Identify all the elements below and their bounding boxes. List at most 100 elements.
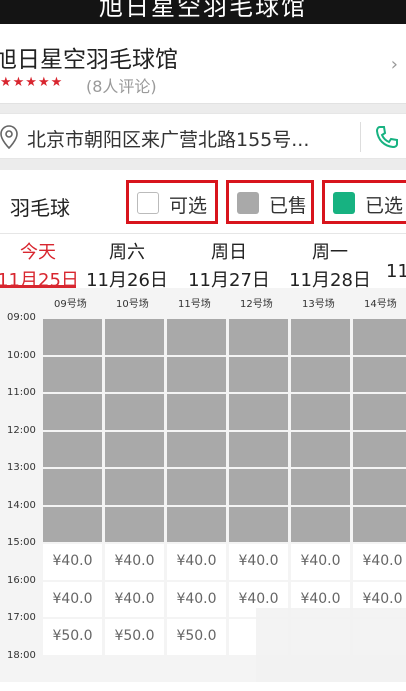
- slot-cell: [291, 431, 350, 467]
- slot-cell[interactable]: ¥40.0: [291, 544, 350, 580]
- slot-cell: [353, 394, 406, 430]
- slot-cell: [43, 506, 102, 542]
- slot-cell: [353, 431, 406, 467]
- slot-cell: [167, 356, 226, 392]
- overlay-watermark: [256, 608, 406, 691]
- slot-cell: [167, 394, 226, 430]
- slot-cell: [105, 394, 164, 430]
- slot-price: ¥40.0: [176, 590, 217, 607]
- slot-cell: [291, 356, 350, 392]
- slot-cell: [167, 506, 226, 542]
- review-count[interactable]: (8人评论): [86, 73, 157, 97]
- time-label: 16:00: [7, 574, 36, 586]
- sport-label[interactable]: 羽毛球: [10, 192, 70, 221]
- slot-cell: [229, 469, 288, 505]
- slot-cell: [105, 319, 164, 355]
- slot-cell[interactable]: ¥40.0: [105, 581, 164, 617]
- bottom-bar: [0, 682, 406, 691]
- date-tab-mon[interactable]: 周一 11月28日: [280, 238, 380, 292]
- slot-cell: [353, 469, 406, 505]
- slot-cell: [291, 394, 350, 430]
- slot-cell[interactable]: ¥40.0: [353, 544, 406, 580]
- slot-price: ¥40.0: [300, 590, 341, 607]
- time-label: 14:00: [7, 499, 36, 511]
- venue-name: 旭日星空羽毛球馆: [0, 47, 178, 73]
- slot-cell: [167, 431, 226, 467]
- slot-price: ¥50.0: [114, 628, 155, 644]
- legend-available-label: 可选: [169, 195, 208, 217]
- slot-cell: [291, 319, 350, 355]
- slot-cell[interactable]: ¥40.0: [167, 581, 226, 617]
- time-label: 12:00: [7, 424, 36, 436]
- slot-cell: [43, 394, 102, 430]
- slot-price: ¥50.0: [52, 628, 93, 644]
- slot-price: ¥50.0: [176, 628, 217, 644]
- time-label: 10:00: [7, 349, 36, 361]
- slot-cell[interactable]: ¥50.0: [105, 619, 164, 655]
- slot-cell[interactable]: ¥50.0: [167, 619, 226, 655]
- slot-cell: [43, 319, 102, 355]
- court-header: 09号场: [54, 299, 87, 310]
- slot-cell: [229, 356, 288, 392]
- slot-cell: [229, 394, 288, 430]
- slot-cell: [353, 319, 406, 355]
- address-bar: 北京市朝阳区来广营北路155号...: [0, 113, 406, 159]
- legend-selected: 已选: [322, 180, 406, 224]
- slot-cell: [167, 469, 226, 505]
- date-tab-sun[interactable]: 周日 11月27日: [179, 238, 279, 292]
- time-label: 13:00: [7, 462, 36, 473]
- slot-cell[interactable]: ¥40.0: [229, 544, 288, 580]
- slot-cell: [105, 356, 164, 392]
- court-header: 11号场: [178, 299, 211, 310]
- slot-cell: [105, 469, 164, 505]
- window-title: 旭日星空羽毛球馆: [99, 0, 307, 21]
- slot-cell: [229, 431, 288, 467]
- slot-cell[interactable]: ¥40.0: [43, 544, 102, 580]
- legend-sold: 已售: [226, 180, 314, 224]
- sport-legend-row: 羽毛球 可选 已售 已选: [0, 170, 406, 234]
- chevron-right-icon[interactable]: ›: [391, 54, 398, 75]
- slot-cell: [229, 506, 288, 542]
- legend-selected-swatch: [333, 192, 355, 214]
- date-tab-dow: 周一: [312, 242, 348, 263]
- time-label: 17:00: [7, 612, 36, 623]
- date-tab-dow: 今天: [20, 242, 56, 263]
- slot-price: ¥40.0: [238, 553, 279, 569]
- rating-stars: ★★★★★: [0, 75, 64, 90]
- legend-available-swatch: [137, 192, 159, 214]
- top-bar: 旭日星空羽毛球馆: [0, 0, 406, 24]
- date-tab-dow: 周日: [211, 242, 247, 263]
- slot-cell[interactable]: ¥50.0: [43, 619, 102, 655]
- slot-cell[interactable]: ¥40.0: [167, 544, 226, 580]
- legend-sold-swatch: [237, 192, 259, 214]
- slot-cell[interactable]: ¥40.0: [43, 581, 102, 617]
- date-tab-today[interactable]: 今天 11月25日: [0, 238, 88, 292]
- venue-address[interactable]: 北京市朝阳区来广营北路155号...: [27, 125, 309, 152]
- slot-cell: [353, 506, 406, 542]
- slot-price: ¥40.0: [114, 590, 155, 607]
- court-header: 12号场: [240, 299, 273, 310]
- time-label: 18:00: [7, 649, 36, 661]
- legend-sold-label: 已售: [269, 195, 308, 217]
- slot-cell: [353, 356, 406, 392]
- time-label: 09:00: [7, 312, 36, 323]
- phone-icon[interactable]: [374, 124, 400, 150]
- slot-price: ¥40.0: [114, 553, 155, 569]
- court-header: 10号场: [116, 299, 149, 310]
- slot-cell[interactable]: ¥40.0: [105, 544, 164, 580]
- slot-price: ¥40.0: [52, 590, 93, 607]
- slot-price: ¥40.0: [362, 590, 403, 607]
- location-pin-icon: [0, 125, 18, 149]
- slot-cell: [229, 319, 288, 355]
- slot-price: ¥40.0: [176, 553, 217, 569]
- legend-available: 可选: [126, 180, 218, 224]
- slot-cell: [291, 506, 350, 542]
- date-tab-date: 11: [386, 261, 406, 282]
- time-label: 11:00: [7, 387, 36, 398]
- venue-header[interactable]: 旭日星空羽毛球馆 ★★★★★ (8人评论) ›: [0, 24, 406, 104]
- slot-cell: [105, 506, 164, 542]
- slot-price: ¥40.0: [238, 590, 279, 607]
- date-tab-next[interactable]: 11: [386, 238, 406, 282]
- date-tab-dow: 周六: [109, 242, 145, 263]
- date-tab-sat[interactable]: 周六 11月26日: [77, 238, 177, 292]
